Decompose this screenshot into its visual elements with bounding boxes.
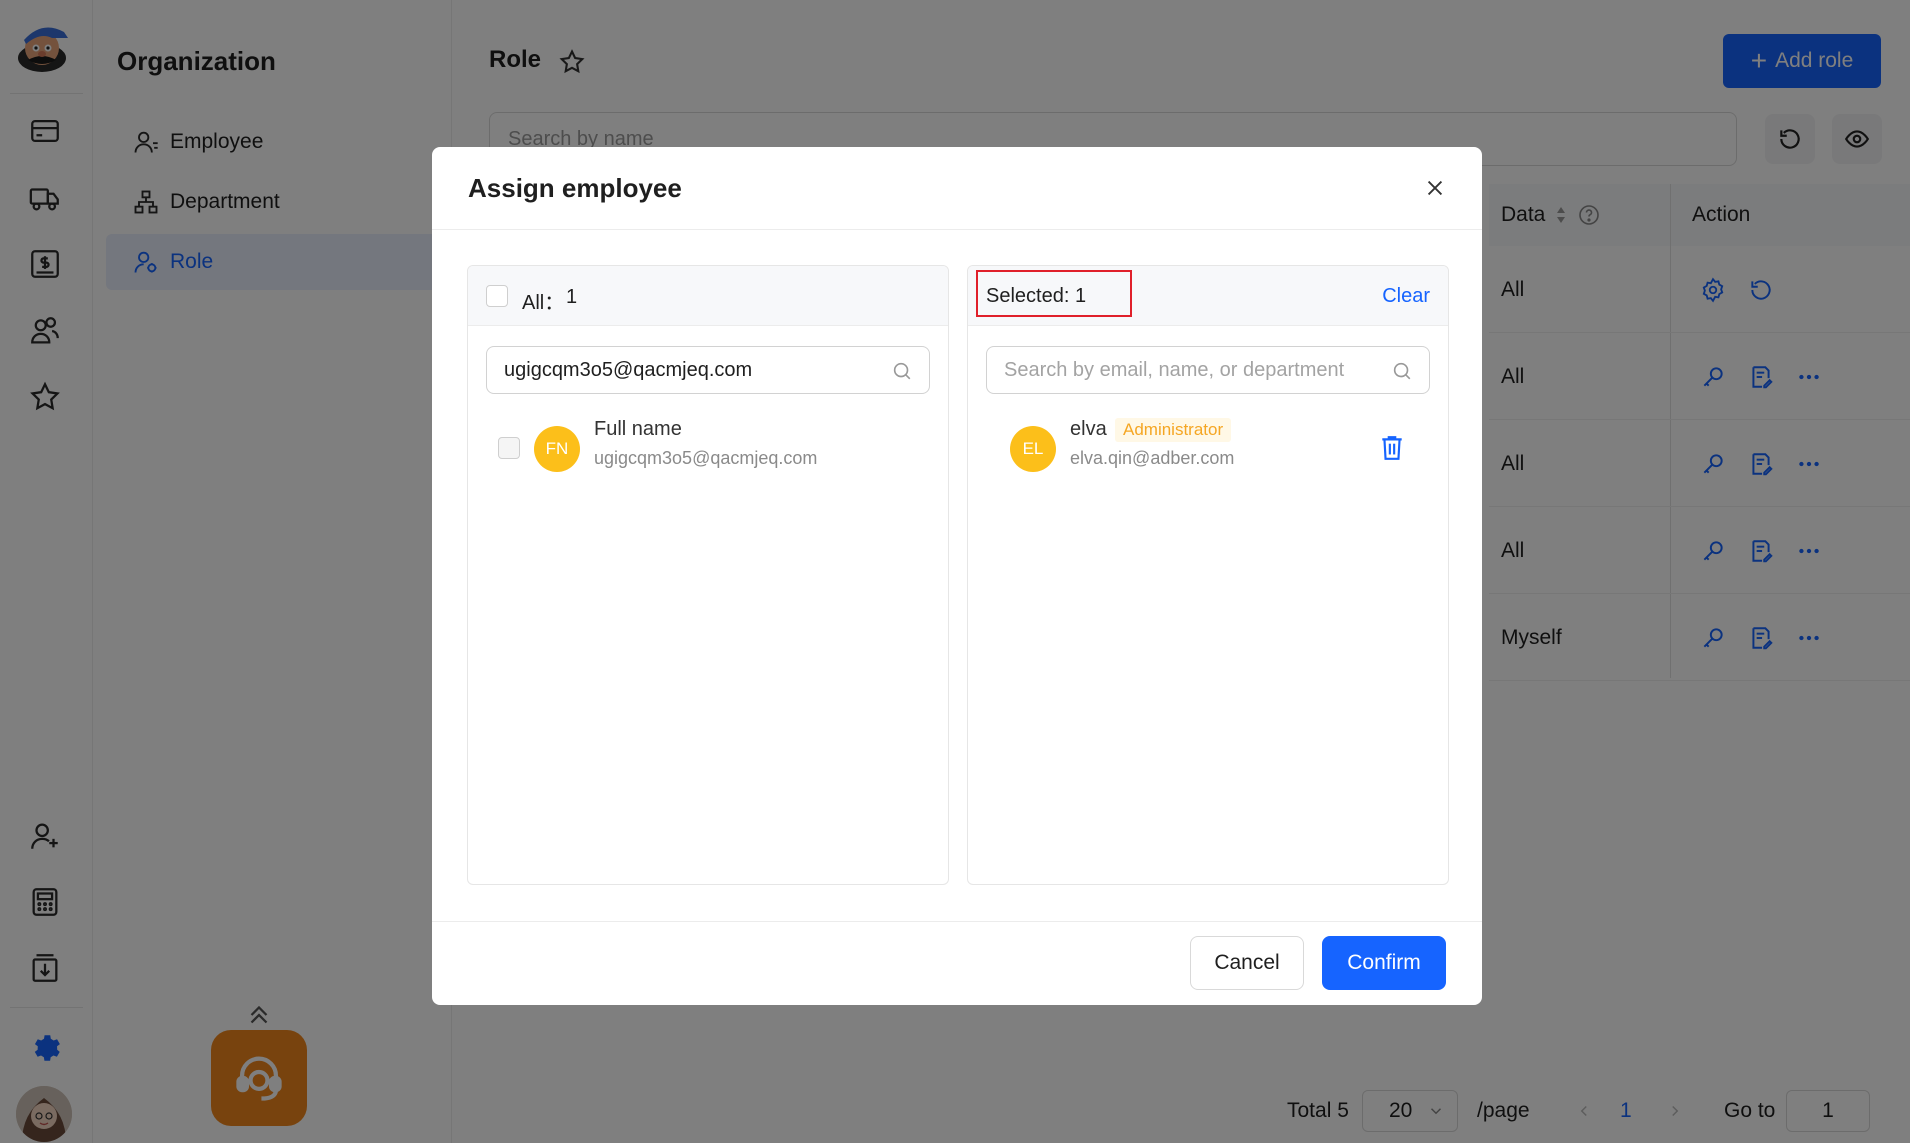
avatar: EL: [1010, 426, 1056, 472]
search-icon: [1393, 362, 1411, 380]
assign-employee-dialog: Assign employee All： 1 ugigcqm3o5@qacmje…: [432, 147, 1482, 1005]
employee-email: ugigcqm3o5@qacmjeq.com: [594, 448, 818, 468]
confirm-button[interactable]: Confirm: [1322, 936, 1446, 990]
trash-icon[interactable]: [1379, 434, 1405, 462]
close-icon[interactable]: [1420, 173, 1450, 203]
employee-name: elva: [1070, 418, 1107, 440]
search-icon: [893, 362, 911, 380]
employee-email: elva.qin@adber.com: [1070, 448, 1235, 468]
list-item[interactable]: FN Full name ugigcqm3o5@qacmjeq.com: [468, 416, 948, 480]
employee-name: Full name: [594, 418, 682, 440]
role-tag: Administrator: [1115, 418, 1232, 442]
all-count: 1: [566, 286, 578, 308]
cancel-button[interactable]: Cancel: [1190, 936, 1304, 990]
employee-checkbox[interactable]: [498, 437, 520, 459]
list-item: EL elva Administrator elva.qin@adber.com: [968, 416, 1448, 480]
dialog-title: Assign employee: [468, 173, 682, 203]
avatar: FN: [534, 426, 580, 472]
selected-count: Selected: 1: [986, 285, 1087, 307]
clear-button[interactable]: Clear: [1382, 285, 1430, 308]
employee-search-input[interactable]: ugigcqm3o5@qacmjeq.com: [486, 346, 930, 394]
selected-search-input[interactable]: Search by email, name, or department: [986, 346, 1430, 394]
select-all-checkbox[interactable]: [486, 285, 508, 307]
all-label: All：: [522, 292, 565, 314]
selected-employees-panel: Selected: 1 Clear Search by email, name,…: [967, 265, 1449, 885]
available-employees-panel: All： 1 ugigcqm3o5@qacmjeq.com FN Full na…: [467, 265, 949, 885]
